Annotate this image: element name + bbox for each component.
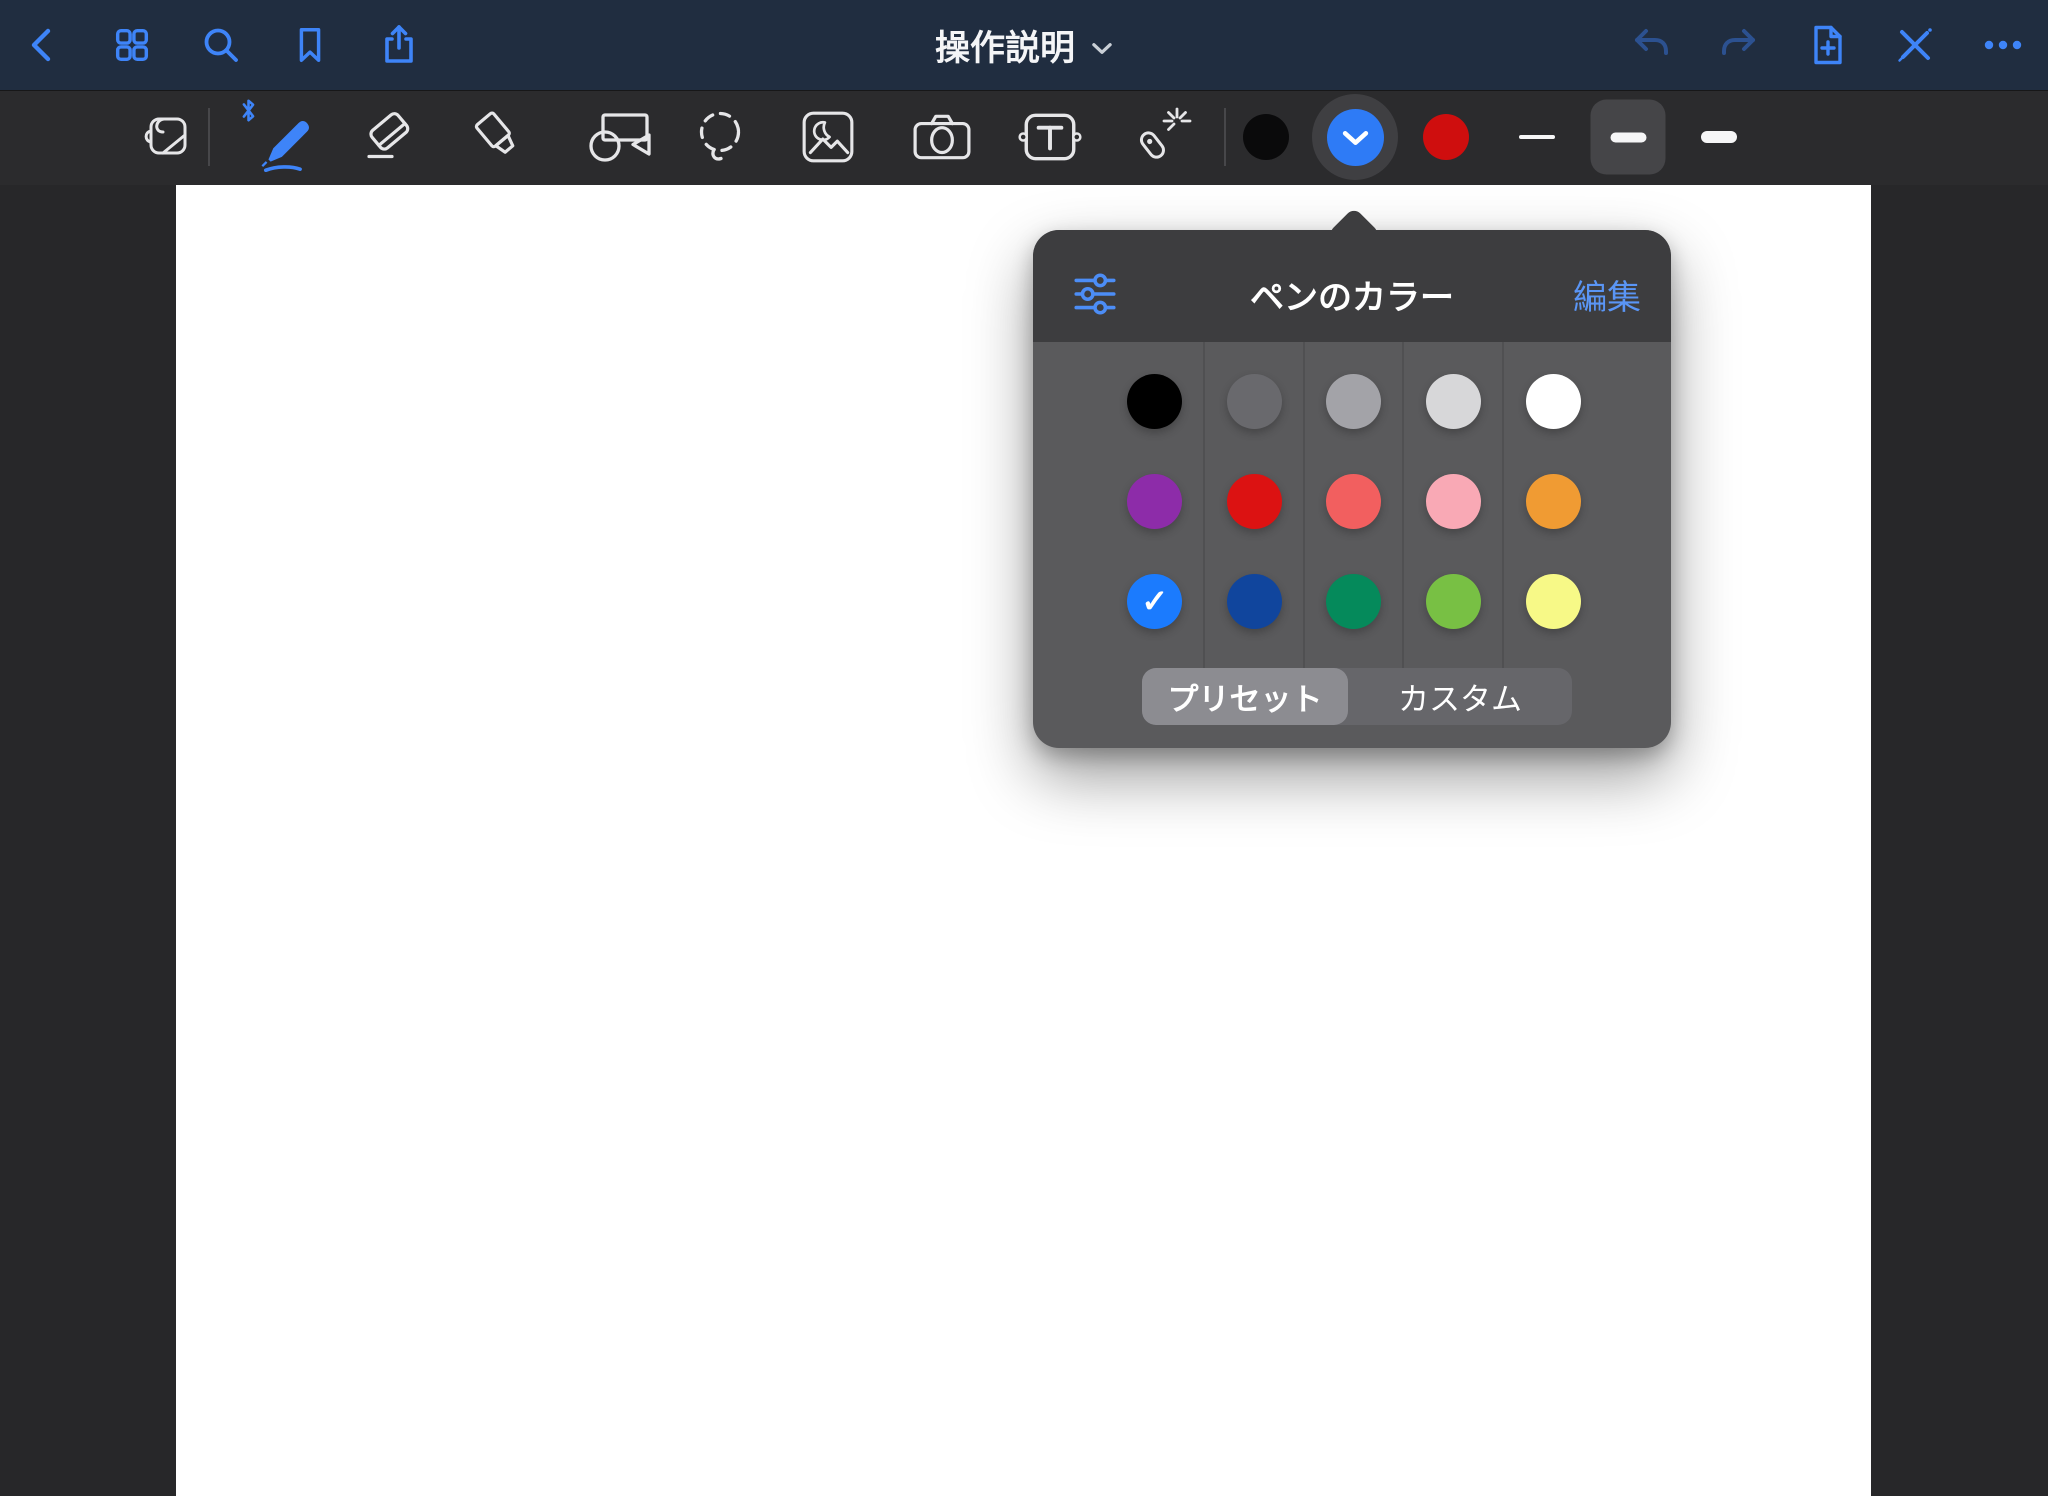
stylus-toggle-button[interactable] [1893, 23, 1937, 67]
bookmark-icon [289, 24, 331, 66]
popover-header: ペンのカラー 編集 [1033, 230, 1671, 342]
stroke-color-black[interactable] [1243, 114, 1289, 160]
swatch-cell [1105, 451, 1205, 551]
canvas-background [0, 185, 2048, 1496]
color-swatch-orange[interactable] [1526, 474, 1581, 529]
stroke-width-thick-button[interactable] [1701, 131, 1737, 143]
undo-icon [1629, 23, 1673, 67]
laser-pointer-icon [1131, 107, 1193, 167]
nav-bar: 操作説明 [0, 0, 2048, 90]
stroke-width-medium-line [1610, 132, 1646, 142]
checkmark-icon: ✓ [1141, 585, 1168, 617]
collapse-toolbar-button[interactable] [140, 111, 194, 163]
color-swatch-yellow[interactable] [1526, 574, 1581, 629]
color-swatch-green[interactable] [1326, 574, 1381, 629]
more-ellipsis-icon [1981, 23, 2025, 67]
highlighter-icon [469, 110, 527, 164]
swatch-cell [1503, 351, 1603, 451]
color-swatch-blue-selected[interactable]: ✓ [1127, 574, 1182, 629]
more-button[interactable] [1981, 23, 2025, 67]
color-swatch-light-green[interactable] [1426, 574, 1481, 629]
image-icon [800, 109, 856, 165]
eraser-icon [361, 110, 419, 164]
nav-left-group [21, 0, 421, 90]
edit-colors-button[interactable]: 編集 [1573, 270, 1641, 319]
color-swatch-red[interactable] [1227, 474, 1282, 529]
swatch-cell [1304, 351, 1404, 451]
lasso-icon [692, 109, 748, 165]
color-swatch-navy[interactable] [1227, 574, 1282, 629]
tool-bar [0, 90, 2048, 185]
back-icon [21, 23, 65, 67]
swatch-cell [1503, 551, 1603, 651]
laser-pointer-tool-button[interactable] [1131, 107, 1193, 167]
swatch-cell [1105, 351, 1205, 451]
shapes-icon [588, 110, 654, 164]
color-swatch-white[interactable] [1526, 374, 1581, 429]
color-swatch-purple[interactable] [1127, 474, 1182, 529]
share-icon [377, 23, 421, 67]
swatch-cell [1205, 551, 1305, 651]
stroke-width-medium-button[interactable] [1591, 100, 1666, 175]
toolbar-divider [208, 108, 210, 166]
pen-color-popover: ペンのカラー 編集 ✓ プリセット カスタム [1033, 230, 1671, 748]
back-button[interactable] [21, 23, 65, 67]
stroke-width-thin-button[interactable] [1519, 135, 1555, 139]
panel-collapse-icon [140, 111, 194, 163]
text-tool-button[interactable] [1018, 109, 1082, 165]
thumbnails-grid-icon [111, 24, 153, 66]
chevron-down-icon [1091, 42, 1113, 55]
palette-mode-segmented-control: プリセット カスタム [1142, 668, 1572, 725]
add-page-button[interactable] [1805, 23, 1849, 67]
tab-preset[interactable]: プリセット [1142, 668, 1348, 725]
share-button[interactable] [377, 23, 421, 67]
search-icon [199, 23, 243, 67]
redo-icon [1717, 23, 1761, 67]
swatch-cell [1503, 451, 1603, 551]
swatch-cell [1304, 451, 1404, 551]
color-swatch-coral[interactable] [1326, 474, 1381, 529]
swatch-cell [1304, 551, 1404, 651]
camera-tool-button[interactable] [912, 111, 972, 163]
color-swatch-gray[interactable] [1326, 374, 1381, 429]
lasso-tool-button[interactable] [692, 109, 748, 165]
stroke-color-red[interactable] [1423, 114, 1469, 160]
selected-color-circle[interactable] [1327, 109, 1384, 166]
search-button[interactable] [199, 23, 243, 67]
swatch-cell [1404, 351, 1504, 451]
eraser-tool-button[interactable] [361, 110, 419, 164]
thumbnails-button[interactable] [110, 23, 154, 67]
redo-button[interactable] [1717, 23, 1761, 67]
add-page-icon [1805, 23, 1849, 67]
page-title: 操作説明 [935, 20, 1075, 71]
swatch-cell [1404, 451, 1504, 551]
color-palette-grid: ✓ [1105, 351, 1603, 651]
shapes-tool-button[interactable] [588, 110, 654, 164]
bookmark-button[interactable] [288, 23, 332, 67]
swatch-cell: ✓ [1105, 551, 1205, 651]
undo-button[interactable] [1629, 23, 1673, 67]
text-icon [1018, 109, 1082, 165]
image-tool-button[interactable] [800, 109, 856, 165]
stroke-color-blue-selected[interactable] [1312, 94, 1398, 180]
color-swatch-dark-gray[interactable] [1227, 374, 1282, 429]
camera-icon [912, 111, 972, 163]
swatch-cell [1404, 551, 1504, 651]
color-swatch-light-gray[interactable] [1426, 374, 1481, 429]
highlighter-tool-button[interactable] [469, 110, 527, 164]
color-swatch-pink[interactable] [1426, 474, 1481, 529]
swatch-cell [1205, 451, 1305, 551]
toolbar-divider [1224, 108, 1226, 166]
tab-custom[interactable]: カスタム [1348, 668, 1572, 725]
pen-icon [254, 116, 314, 172]
swatch-cell [1205, 351, 1305, 451]
nav-right-group [1629, 0, 2025, 90]
document-title-button[interactable]: 操作説明 [935, 0, 1113, 90]
color-swatch-black[interactable] [1127, 374, 1182, 429]
pen-tool-button[interactable] [240, 98, 316, 176]
chevron-down-icon [1342, 130, 1369, 147]
pen-cross-icon [1893, 23, 1937, 67]
